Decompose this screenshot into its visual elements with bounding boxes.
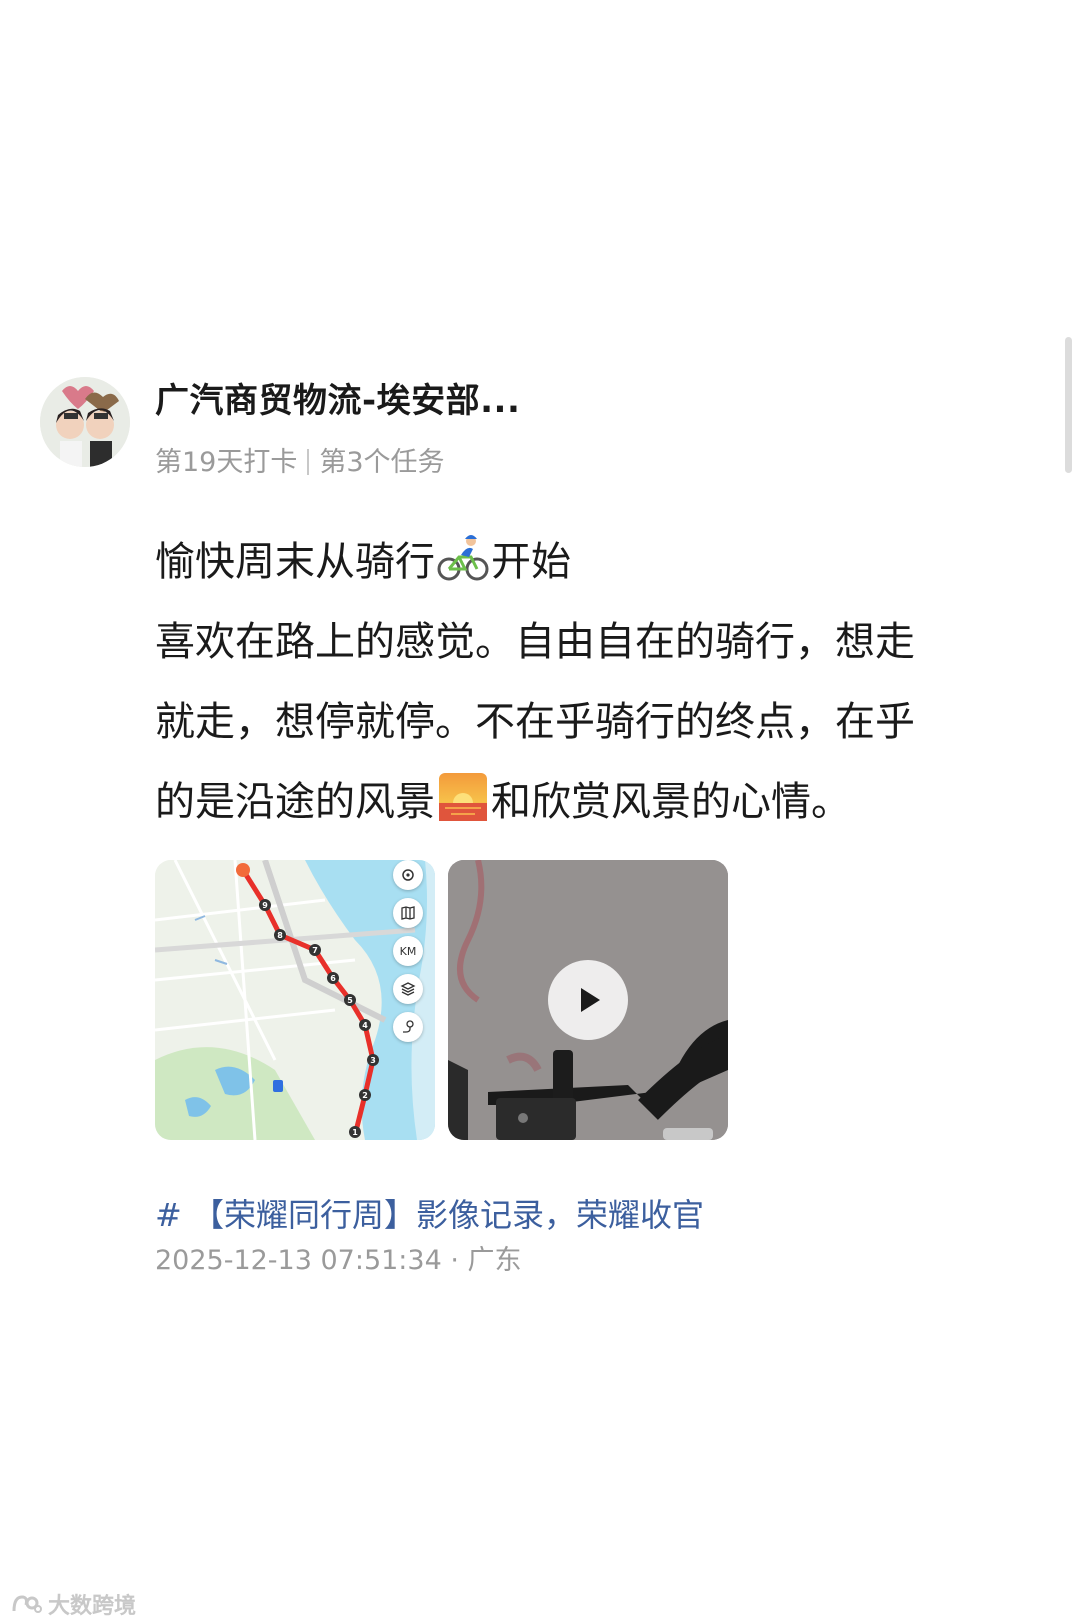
post-text: 愉快周末从骑行 开始 喜欢在路上的感觉。自由自在的骑行，想走 就走，想停就停。不… [155,522,1035,842]
svg-text:6: 6 [330,974,336,983]
post-line-4: 的是沿途的风景 和欣赏风景的心情。 [155,762,1035,842]
post-line-3: 就走，想停就停。不在乎骑行的终点，在乎 [155,699,915,745]
map-icon[interactable] [393,898,423,928]
timestamp: 2025-12-13 07:51:34 [155,1245,442,1276]
meta-divider [307,449,310,475]
layers-icon[interactable] [393,974,423,1004]
avatar-photo [40,377,130,467]
post-meta: 第19天打卡 第3个任务 [155,440,445,479]
route-icon[interactable] [393,1012,423,1042]
svg-text:5: 5 [347,996,353,1005]
watermark-text: 大数跨境 [48,1594,137,1619]
play-button[interactable] [548,960,628,1040]
video-preview[interactable] [448,860,728,1140]
post-line-1: 愉快周末从骑行 开始 [155,522,1035,602]
location: 广东 [467,1245,522,1276]
topic-title: 【荣耀同行周】影像记录，荣耀收官 [191,1196,704,1234]
play-icon [581,988,600,1012]
svg-text:3: 3 [370,1056,376,1065]
svg-text:9: 9 [262,901,268,910]
map-preview[interactable]: 9 8 7 6 5 4 3 2 1 KM [155,860,435,1140]
locate-icon[interactable] [393,860,423,890]
checkin-day: 第19天打卡 [155,447,298,478]
map-image: 9 8 7 6 5 4 3 2 1 [155,860,435,1140]
sunrise-emoji [437,770,489,822]
svg-text:8: 8 [277,931,283,940]
task-label: 第3个任务 [319,447,445,478]
topic-link[interactable]: # 【荣耀同行周】影像记录，荣耀收官 [155,1190,704,1236]
dot-separator: · [450,1245,459,1276]
svg-text:1: 1 [352,1128,358,1137]
scrollbar[interactable] [1065,337,1072,473]
author-avatar[interactable] [40,377,130,467]
post-timestamp: 2025-12-13 07:51:34 · 广东 [155,1238,522,1277]
topic-hash: # [155,1196,182,1234]
km-toggle[interactable]: KM [393,936,423,966]
svg-text:2: 2 [362,1091,368,1100]
watermark-logo-icon [12,1595,42,1613]
cyclist-emoji [437,530,489,582]
watermark: 大数跨境 [12,1588,136,1620]
post-line-2: 喜欢在路上的感觉。自由自在的骑行，想走 [155,619,915,665]
svg-text:4: 4 [362,1021,368,1030]
author-name[interactable]: 广汽商贸物流-埃安部... [155,373,520,422]
svg-text:7: 7 [312,946,318,955]
